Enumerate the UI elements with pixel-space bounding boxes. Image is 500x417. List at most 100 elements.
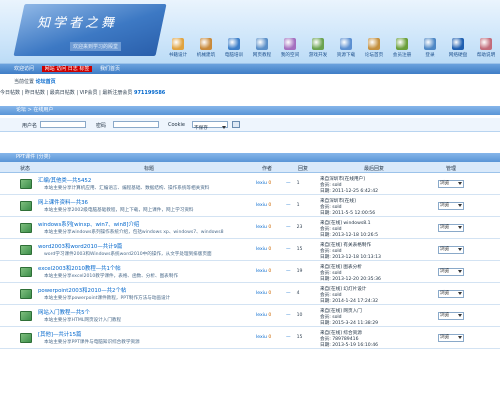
table-row: word2003和word2010—共计9篇 word学习课件2003和Windo… bbox=[0, 240, 500, 261]
username-label: 用户名 bbox=[22, 123, 38, 129]
row-description: 本站主要分享2002级电脑基础教程，网上下载，网上课件，网上学习资料 bbox=[44, 208, 194, 213]
row-last-date: 日期: 2013-12-18 10:13:13 bbox=[320, 255, 381, 260]
row-title[interactable]: 网上课件资料—共36 bbox=[38, 198, 88, 206]
row-manage-select[interactable]: 浏览 bbox=[438, 246, 464, 254]
menubar-home-link[interactable]: 我们首页 bbox=[100, 66, 120, 72]
row-reply-count: 4 bbox=[296, 291, 300, 296]
row-title[interactable]: excel2003和2010教程—共1个帖 bbox=[38, 264, 121, 272]
folder-icon bbox=[20, 223, 32, 233]
breadcrumb-link[interactable]: 论坛首页 bbox=[36, 79, 56, 85]
nav-item-3[interactable]: 网页教程 bbox=[248, 38, 276, 64]
row-author[interactable]: lexiu 0 bbox=[256, 335, 271, 340]
forum-stats: 今日帖数 | 昨日帖数 | 最高日帖数 | VIP会员 | 最新注册会员 971… bbox=[0, 89, 165, 96]
row-manage-select[interactable]: 浏览 bbox=[438, 202, 464, 210]
row-title[interactable]: 网站入门教程—共5个 bbox=[38, 308, 90, 316]
row-reply-count: 1 bbox=[296, 203, 300, 208]
nav-item-7[interactable]: 论坛首页 bbox=[360, 38, 388, 64]
latest-member-link[interactable]: 971199586 bbox=[134, 90, 165, 96]
row-title[interactable]: windows系列[winxp、win7、win8]介绍 bbox=[38, 220, 139, 228]
table-row: [其他]—共计15篇 本站主要分享PPT课件与电脑知识综合教学资源 lexiu 0 —… bbox=[0, 328, 500, 349]
row-author-count: 0 bbox=[268, 181, 272, 186]
row-author[interactable]: lexiu 0 bbox=[256, 181, 271, 186]
nav-item-0[interactable]: 书籍设计 bbox=[164, 38, 192, 64]
row-title[interactable]: 汇编/其他类—共5452 bbox=[38, 176, 91, 184]
nav-item-4[interactable]: 我的空间 bbox=[276, 38, 304, 64]
login-button[interactable] bbox=[232, 121, 240, 128]
row-reply: —1 bbox=[286, 203, 300, 208]
row-author[interactable]: lexiu 0 bbox=[256, 225, 271, 230]
row-author-count: 0 bbox=[268, 335, 272, 340]
row-last-date: 日期: 2013-12-18 10:26:5 bbox=[320, 233, 379, 238]
nav-item-9[interactable]: 登录 bbox=[416, 38, 444, 64]
row-author-count: 0 bbox=[268, 269, 272, 274]
row-author-count: 0 bbox=[268, 291, 272, 296]
login-bar: 用户名 密码 Cookie 不保存 bbox=[0, 118, 500, 132]
row-reply-count: 15 bbox=[296, 247, 303, 252]
chevron-down-icon bbox=[222, 126, 226, 130]
row-reply-count: 23 bbox=[296, 225, 303, 230]
row-author[interactable]: lexiu 0 bbox=[256, 203, 271, 208]
row-reply: —1 bbox=[286, 181, 300, 186]
row-manage-select[interactable]: 浏览 bbox=[438, 290, 464, 298]
header-state: 状态 bbox=[20, 166, 31, 172]
row-description: 本站主要分享HTML网页设计入门教程 bbox=[44, 318, 122, 323]
cookie-select[interactable]: 不保存 bbox=[192, 121, 228, 131]
nav-label: 书籍设计 bbox=[168, 53, 188, 58]
row-author-count: 0 bbox=[268, 247, 272, 252]
nav-item-1[interactable]: 机械建筑 bbox=[192, 38, 220, 64]
table-row: powerpoint2003和2010—共2个帖 本站主要分享powerpoint… bbox=[0, 284, 500, 305]
password-input[interactable] bbox=[113, 121, 159, 128]
row-manage-value: 浏览 bbox=[440, 291, 450, 296]
row-author[interactable]: lexiu 0 bbox=[256, 313, 271, 318]
chevron-down-icon bbox=[458, 204, 462, 208]
row-author[interactable]: lexiu 0 bbox=[256, 247, 271, 252]
row-author[interactable]: lexiu 0 bbox=[256, 291, 271, 296]
folder-icon bbox=[20, 267, 32, 277]
row-manage-select[interactable]: 浏览 bbox=[438, 268, 464, 276]
row-title-text: excel2003和2010教程—共1个帖 bbox=[38, 266, 121, 272]
row-manage-value: 浏览 bbox=[440, 225, 450, 230]
nav-label: 机械建筑 bbox=[196, 53, 216, 58]
table-row: 网上课件资料—共36 本站主要分享2002级电脑基础教程，网上下载，网上课件，网上… bbox=[0, 196, 500, 217]
table-row: 汇编/其他类—共5452 本站主要分享计算机应用、汇编语言、编程基础、数据结构、操… bbox=[0, 174, 500, 195]
login-panel-title: 论坛 > 在线用户 bbox=[16, 107, 54, 113]
nav-item-8[interactable]: 会员注册 bbox=[388, 38, 416, 64]
nav-icon bbox=[340, 38, 352, 50]
nav-label: 我的空间 bbox=[280, 53, 300, 58]
row-manage-select[interactable]: 浏览 bbox=[438, 224, 464, 232]
row-title[interactable]: [其他]—共计15篇 bbox=[38, 330, 81, 338]
menubar-hot-link[interactable]: 网站 访问 日志 标签 bbox=[41, 66, 93, 72]
table-row: 网站入门教程—共5个 本站主要分享HTML网页设计入门教程 lexiu 0—10 来自… bbox=[0, 306, 500, 327]
row-description: 本站主要分享excel2010教学课件，表格、函数、分析、图表制作 bbox=[44, 274, 178, 279]
row-manage-select[interactable]: 浏览 bbox=[438, 334, 464, 342]
nav-item-2[interactable]: 电脑培训 bbox=[220, 38, 248, 64]
row-reply: —15 bbox=[286, 247, 303, 252]
row-last-date: 日期: 2011-5-5 12:00:56 bbox=[320, 211, 376, 216]
table-header: 状态 标题 作者 回复 最后回复 管理 bbox=[0, 162, 500, 173]
row-manage-select[interactable]: 浏览 bbox=[438, 312, 464, 320]
menu-bar: 欢迎访问 网站 访问 日志 标签 我们首页 bbox=[0, 64, 500, 74]
username-input[interactable] bbox=[40, 121, 86, 128]
nav-item-5[interactable]: 游戏开发 bbox=[304, 38, 332, 64]
nav-label: 论坛首页 bbox=[364, 53, 384, 58]
nav-icon bbox=[452, 38, 464, 50]
row-title-text: 汇编/其他类—共5452 bbox=[38, 178, 92, 184]
nav-label: 帮助说明 bbox=[476, 53, 496, 58]
row-title[interactable]: word2003和word2010—共计9篇 bbox=[38, 242, 122, 250]
row-author-name: lexiu bbox=[256, 203, 267, 208]
nav-label: 会员注册 bbox=[392, 53, 412, 58]
row-title[interactable]: powerpoint2003和2010—共2个帖 bbox=[38, 286, 126, 294]
nav-item-10[interactable]: 网络硬盘 bbox=[444, 38, 472, 64]
nav-item-6[interactable]: 资源下载 bbox=[332, 38, 360, 64]
row-manage-select[interactable]: 浏览 bbox=[438, 180, 464, 188]
row-author-name: lexiu bbox=[256, 269, 267, 274]
row-author[interactable]: lexiu 0 bbox=[256, 269, 271, 274]
folder-icon bbox=[20, 311, 32, 321]
chevron-down-icon bbox=[458, 270, 462, 274]
chevron-down-icon bbox=[458, 226, 462, 230]
cookie-label: Cookie bbox=[168, 122, 185, 128]
row-author-count: 0 bbox=[268, 225, 272, 230]
nav-icon bbox=[228, 38, 240, 50]
nav-label: 网络硬盘 bbox=[448, 53, 468, 58]
nav-item-11[interactable]: 帮助说明 bbox=[472, 38, 500, 64]
